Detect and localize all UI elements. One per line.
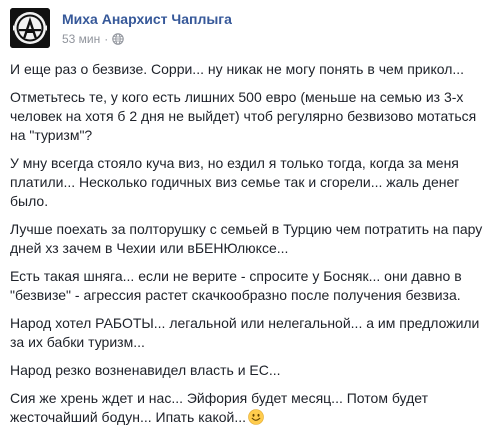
author-name-link[interactable]: Миха Анархист Чаплыга [62, 10, 232, 28]
post-paragraph: Народ резко возненавидел власть и ЕС... [10, 362, 281, 378]
avatar[interactable] [10, 8, 50, 48]
post-paragraph-text: Сия же хрень ждет и нас... Эйфория будет… [10, 390, 428, 425]
anarchist-emblem-icon [10, 8, 50, 48]
post-paragraph: У мну всегда стояло куча виз, но ездил я… [10, 155, 460, 209]
post-timestamp[interactable]: 53 мин [62, 31, 100, 47]
post-paragraph-last: Сия же хрень ждет и нас... Эйфория будет… [10, 389, 490, 427]
post-body: И еще раз о безвизе. Сорри... ну никак н… [10, 60, 490, 436]
post-paragraph: Лучше поехать за полторушку с семьей в Т… [10, 221, 483, 256]
post-paragraph: И еще раз о безвизе. Сорри... ну никак н… [10, 61, 465, 77]
smile-emoji-icon [248, 409, 264, 425]
post-meta: 53 мин · [62, 31, 232, 47]
post-header: Миха Анархист Чаплыга 53 мин · [10, 8, 232, 48]
post-header-text: Миха Анархист Чаплыга 53 мин · [62, 10, 232, 47]
post-paragraph: Есть такая шняга... если не верите - спр… [10, 268, 462, 303]
facebook-post: Миха Анархист Чаплыга 53 мин · И еще раз… [0, 0, 498, 425]
globe-icon[interactable] [112, 32, 125, 45]
post-paragraph: Отметьтесь те, у кого есть лишних 500 ев… [10, 89, 477, 143]
meta-separator: · [104, 31, 109, 46]
post-paragraph: Народ хотел РАБОТЫ... легальной или неле… [10, 315, 480, 350]
